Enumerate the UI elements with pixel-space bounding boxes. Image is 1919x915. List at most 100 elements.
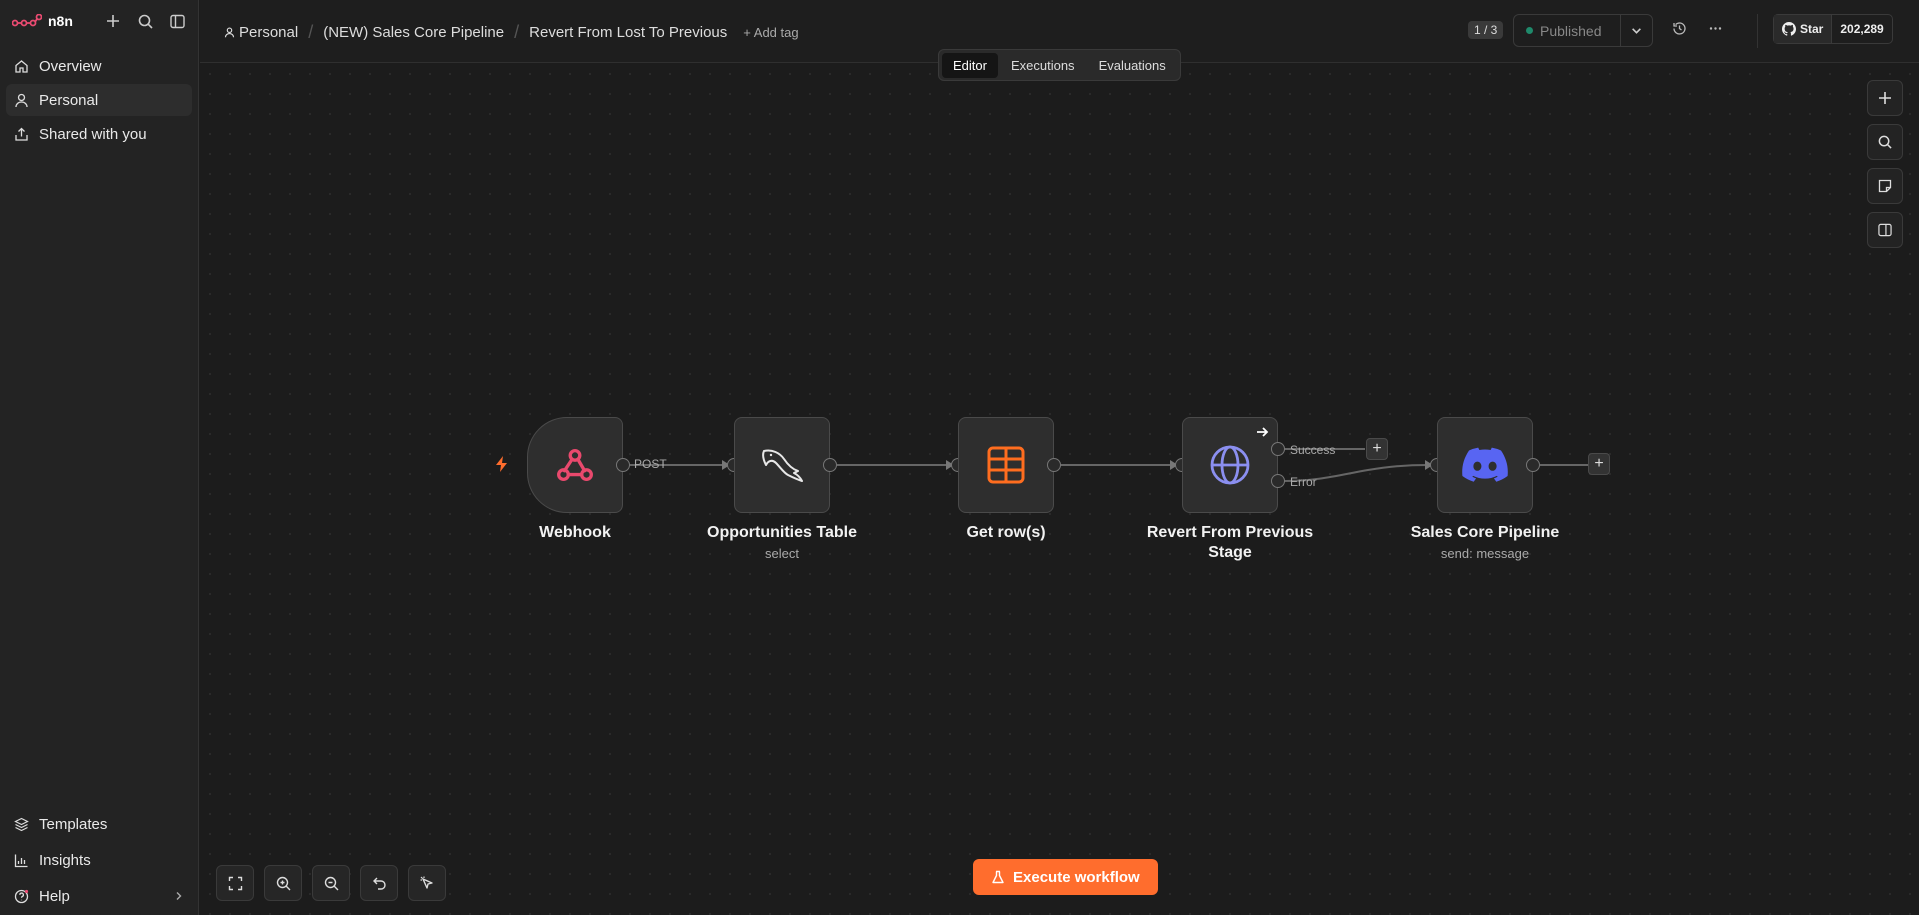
collapse-sidebar-icon[interactable] — [168, 12, 186, 30]
sidebar-bottom: Templates Insights Help — [6, 807, 192, 915]
fit-view-button[interactable] — [216, 865, 254, 901]
sidebar-item-label: Insights — [39, 851, 91, 869]
arrow-right-icon — [1257, 427, 1269, 437]
canvas-right-toolbar — [1867, 80, 1903, 248]
output-port[interactable] — [823, 458, 837, 472]
add-node-after-discord-button[interactable]: + — [1588, 453, 1610, 475]
sidebar-item-help[interactable]: Help — [6, 879, 192, 913]
node-get-rows[interactable] — [958, 417, 1054, 513]
node-label-webhook: Webhook — [539, 524, 611, 541]
home-icon — [15, 59, 28, 73]
output-port[interactable] — [1526, 458, 1540, 472]
add-node-after-success-button[interactable]: + — [1366, 438, 1388, 460]
undo-icon — [372, 877, 386, 890]
user-icon — [224, 27, 235, 38]
publish-dropdown-button[interactable] — [1620, 15, 1652, 46]
search-icon — [1878, 135, 1892, 149]
output-port-error[interactable] — [1271, 474, 1285, 488]
zoom-out-icon — [324, 876, 338, 890]
breadcrumb-folder[interactable]: (NEW) Sales Core Pipeline — [323, 24, 504, 41]
node-label-opportunities-table: Opportunities Table — [707, 524, 857, 541]
zoom-in-button[interactable] — [264, 865, 302, 901]
toggle-panel-button[interactable] — [1867, 212, 1903, 248]
sidebar-item-label: Overview — [39, 57, 102, 75]
mysql-icon — [762, 449, 803, 482]
sidebar-item-label: Templates — [39, 815, 108, 833]
github-star-widget[interactable]: Star 202,289 — [1773, 14, 1893, 44]
sticky-note-icon — [1878, 179, 1892, 193]
workflow-name[interactable]: Revert From Lost To Previous — [529, 24, 727, 41]
publish-status: Published — [1540, 22, 1602, 39]
node-label-get-rows: Get row(s) — [966, 524, 1046, 541]
version-badge[interactable]: 1 / 3 — [1468, 21, 1504, 39]
node-subtitle-sales-core-pipeline: send: message — [1440, 546, 1530, 561]
header-divider — [1757, 14, 1758, 48]
workflow-connections — [622, 448, 1590, 482]
sidebar-item-insights[interactable]: Insights — [6, 843, 192, 877]
breadcrumb-personal[interactable]: Personal — [239, 24, 298, 41]
breadcrumb: Personal / (NEW) Sales Core Pipeline / R… — [224, 22, 799, 43]
plus-icon[interactable] — [104, 12, 122, 30]
breadcrumb-separator: / — [514, 22, 520, 42]
github-star-count: 202,289 — [1840, 22, 1884, 36]
flask-icon — [992, 870, 1004, 884]
sidebar-item-personal[interactable]: Personal — [6, 84, 192, 116]
node-sales-core-pipeline[interactable] — [1437, 417, 1533, 513]
sidebar-item-label: Shared with you — [39, 125, 147, 143]
search-nodes-button[interactable] — [1867, 124, 1903, 160]
sidebar-item-label: Personal — [39, 91, 99, 109]
webhook-icon — [557, 448, 593, 482]
github-star-label: Star — [1800, 22, 1824, 36]
help-icon — [14, 889, 29, 903]
execute-workflow-button[interactable]: Execute workflow — [973, 859, 1158, 895]
sidebar-item-shared[interactable]: Shared with you — [6, 118, 192, 150]
tab-executions[interactable]: Executions — [1000, 53, 1086, 78]
output-port[interactable] — [1047, 458, 1061, 472]
node-opportunities-table[interactable] — [734, 417, 830, 513]
tidy-up-button[interactable] — [408, 865, 446, 901]
sidebar-item-overview[interactable]: Overview — [6, 50, 192, 82]
n8n-logo-icon — [12, 14, 42, 27]
sidebar-item-templates[interactable]: Templates — [6, 807, 192, 841]
output-port[interactable] — [616, 458, 630, 472]
breadcrumb-separator: / — [308, 22, 314, 42]
node-revert-from-previous-stage[interactable] — [1182, 417, 1278, 513]
more-options-icon[interactable] — [1708, 21, 1723, 41]
globe-icon — [1210, 445, 1250, 485]
search-icon[interactable] — [136, 12, 154, 30]
output-port-success[interactable] — [1271, 442, 1285, 456]
node-label-revert-from-previous-stage: Revert From Previous Stage — [1146, 524, 1314, 561]
undo-button[interactable] — [360, 865, 398, 901]
github-star-button[interactable]: Star — [1774, 15, 1833, 43]
chevron-down-icon — [1632, 28, 1641, 34]
execute-workflow-label: Execute workflow — [1013, 868, 1140, 886]
add-tag-button[interactable]: + Add tag — [743, 25, 798, 40]
workflow-canvas[interactable]: POST Webhook Opportunities Table select … — [200, 64, 1919, 915]
github-icon — [1782, 22, 1796, 36]
templates-icon — [14, 817, 29, 831]
n8n-app: n8n Overview Personal Shared with you Te… — [0, 0, 1919, 915]
node-subtitle-opportunities-table: select — [765, 546, 799, 561]
edge-label-error: Error — [1290, 475, 1317, 489]
n8n-logo[interactable]: n8n — [12, 13, 73, 29]
add-node-button[interactable] — [1867, 80, 1903, 116]
node-webhook[interactable] — [527, 417, 623, 513]
published-button[interactable]: Published — [1514, 15, 1620, 46]
zoom-out-button[interactable] — [312, 865, 350, 901]
sidebar-item-label: Help — [39, 887, 70, 905]
edge-label-post: POST — [634, 457, 667, 471]
zoom-in-icon — [276, 876, 290, 890]
table-icon — [987, 446, 1025, 484]
tab-editor[interactable]: Editor — [942, 52, 998, 78]
sticky-note-button[interactable] — [1867, 168, 1903, 204]
view-tabs: Editor Executions Evaluations — [938, 49, 1181, 81]
tab-evaluations[interactable]: Evaluations — [1088, 53, 1177, 78]
node-label-sales-core-pipeline: Sales Core Pipeline — [1410, 524, 1560, 541]
discord-icon — [1462, 447, 1508, 482]
chevron-right-icon — [176, 892, 182, 900]
canvas-bottom-toolbar — [216, 865, 446, 901]
plus-icon — [1879, 92, 1891, 104]
panel-icon — [1878, 223, 1892, 237]
history-icon[interactable] — [1672, 21, 1687, 41]
sidebar-nav: Overview Personal Shared with you — [0, 42, 198, 160]
